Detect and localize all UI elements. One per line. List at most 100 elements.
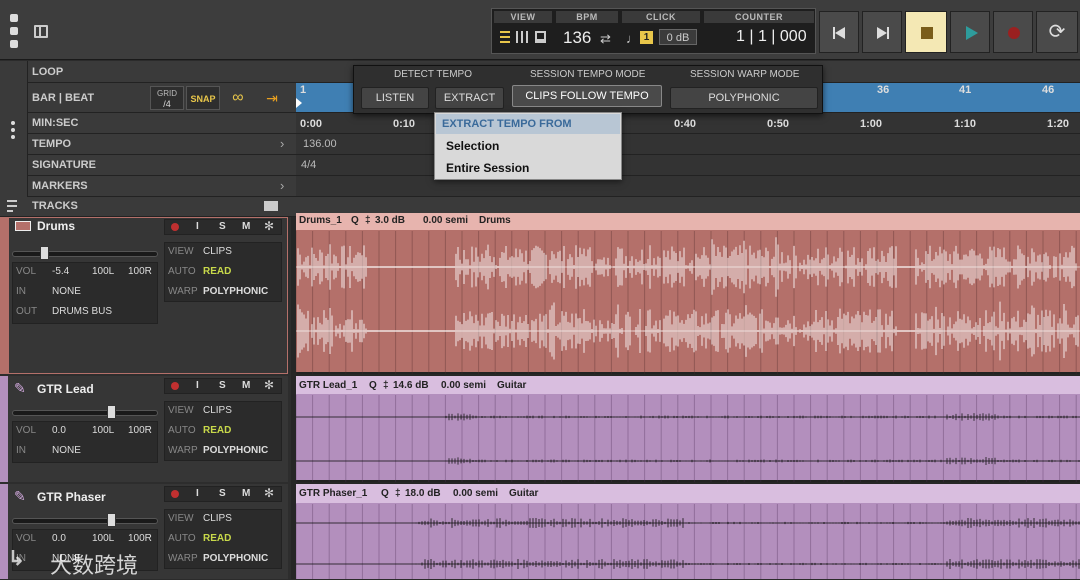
- tracks-list-icon[interactable]: [7, 200, 17, 212]
- grid-value: /4: [163, 99, 171, 109]
- automation-mode-select[interactable]: READ: [203, 533, 231, 544]
- volume-fader-track[interactable]: [12, 410, 158, 416]
- solo-button[interactable]: S: [219, 221, 226, 232]
- menu-icon[interactable]: [10, 14, 20, 48]
- time-tick: 0:00: [300, 118, 323, 130]
- link-icon[interactable]: ∞: [228, 88, 248, 108]
- time-tick: 0:50: [767, 118, 790, 130]
- markers-label: MARKERS: [32, 180, 88, 192]
- click-count-badge[interactable]: 1: [640, 31, 653, 44]
- view-mixer-icon[interactable]: [516, 31, 528, 43]
- track-name[interactable]: GTR Phaser: [37, 490, 106, 504]
- mute-button[interactable]: M: [242, 488, 250, 499]
- signature-label: SIGNATURE: [32, 159, 96, 171]
- warp-mode-select[interactable]: POLYPHONIC: [670, 87, 818, 109]
- volume-fader-handle[interactable]: [107, 405, 116, 419]
- track-settings-icon[interactable]: ✻: [264, 486, 274, 500]
- metronome-icon[interactable]: ♩: [626, 31, 639, 46]
- mute-button[interactable]: M: [242, 221, 250, 232]
- session-tempo-mode-label: SESSION TEMPO MODE: [530, 69, 646, 80]
- vol-value[interactable]: -5.4: [52, 266, 69, 277]
- extract-menu-item-selection[interactable]: Selection: [446, 139, 499, 153]
- record-arm-icon[interactable]: [171, 223, 179, 231]
- input-monitor-button[interactable]: I: [196, 488, 199, 499]
- click-level[interactable]: 0 dB: [659, 29, 697, 45]
- track-settings-icon[interactable]: ✻: [264, 219, 274, 233]
- bpm-label: BPM: [556, 11, 618, 23]
- pan-right-value[interactable]: 100R: [128, 533, 152, 544]
- panel-toggle-icon[interactable]: [34, 25, 48, 38]
- play-button[interactable]: [950, 11, 990, 53]
- input-monitor-button[interactable]: I: [196, 221, 199, 232]
- vol-value[interactable]: 0.0: [52, 533, 66, 544]
- grid-selector[interactable]: GRID /4: [150, 86, 184, 110]
- tracks-layout-icon[interactable]: [264, 201, 278, 211]
- markers-lane[interactable]: [296, 176, 1080, 197]
- volume-fader-handle[interactable]: [107, 513, 116, 527]
- stop-button[interactable]: [905, 11, 947, 53]
- signature-value[interactable]: 4/4: [301, 159, 316, 171]
- track-name[interactable]: Drums: [37, 219, 75, 233]
- signature-lane[interactable]: [296, 155, 1080, 176]
- track-settings-icon[interactable]: ✻: [264, 378, 274, 392]
- extract-button[interactable]: EXTRACT: [435, 87, 504, 109]
- input-monitor-button[interactable]: I: [196, 380, 199, 391]
- follow-icon[interactable]: ⇥: [262, 88, 282, 108]
- volume-fader-handle[interactable]: [40, 246, 49, 260]
- loop-button[interactable]: ⟳: [1036, 11, 1078, 53]
- pan-left-value[interactable]: 100L: [92, 266, 114, 277]
- view-select[interactable]: CLIPS: [203, 246, 232, 257]
- pan-right-value[interactable]: 100R: [128, 266, 152, 277]
- volume-fader-track[interactable]: [12, 518, 158, 524]
- track-name[interactable]: GTR Lead: [37, 382, 94, 396]
- snap-label: SNAP: [190, 94, 216, 104]
- bar-tick: 46: [1042, 84, 1055, 96]
- view-editor-icon[interactable]: [535, 31, 546, 43]
- extract-menu-item-entire-session[interactable]: Entire Session: [446, 161, 529, 175]
- tempo-sync-icon[interactable]: ⇄: [600, 31, 611, 47]
- guitar-icon: ✎: [14, 380, 26, 396]
- view-tracks-icon[interactable]: [500, 31, 510, 43]
- warp-mode-select[interactable]: POLYPHONIC: [203, 553, 268, 564]
- record-arm-icon[interactable]: [171, 382, 179, 390]
- automation-mode-select[interactable]: READ: [203, 266, 231, 277]
- session-warp-mode-label: SESSION WARP MODE: [690, 69, 800, 80]
- solo-button[interactable]: S: [219, 380, 226, 391]
- tempo-value[interactable]: 136.00: [303, 138, 337, 150]
- loop-label: LOOP: [32, 66, 64, 78]
- warp-label: WARP: [168, 286, 198, 297]
- snap-toggle[interactable]: SNAP: [186, 86, 220, 110]
- listen-button[interactable]: LISTEN: [361, 87, 429, 109]
- volume-fader-track[interactable]: [12, 251, 158, 257]
- automation-mode-select[interactable]: READ: [203, 425, 231, 436]
- view-label: VIEW: [494, 11, 552, 23]
- warp-mode-select[interactable]: POLYPHONIC: [203, 445, 268, 456]
- clips-follow-tempo-button[interactable]: CLIPS FOLLOW TEMPO: [512, 85, 662, 107]
- warp-label: WARP: [168, 445, 198, 456]
- pan-left-value[interactable]: 100L: [92, 425, 114, 436]
- input-select[interactable]: NONE: [52, 286, 81, 297]
- warp-mode-select[interactable]: POLYPHONIC: [203, 286, 268, 297]
- view-select[interactable]: CLIPS: [203, 405, 232, 416]
- solo-button[interactable]: S: [219, 488, 226, 499]
- ruler-menu-icon[interactable]: [11, 121, 15, 139]
- view-select[interactable]: CLIPS: [203, 513, 232, 524]
- pan-left-value[interactable]: 100L: [92, 533, 114, 544]
- counter-value[interactable]: 1 | 1 | 000: [736, 28, 807, 46]
- tempo-lane[interactable]: [296, 134, 1080, 155]
- bpm-value[interactable]: 136: [563, 28, 591, 48]
- markers-expand-icon[interactable]: ›: [280, 178, 284, 193]
- tempo-expand-icon[interactable]: ›: [280, 136, 284, 151]
- forward-button[interactable]: [862, 11, 902, 53]
- output-select[interactable]: DRUMS BUS: [52, 306, 112, 317]
- record-arm-icon[interactable]: [171, 490, 179, 498]
- rewind-button[interactable]: [819, 11, 859, 53]
- mute-button[interactable]: M: [242, 380, 250, 391]
- pan-right-value[interactable]: 100R: [128, 425, 152, 436]
- detect-tempo-label: DETECT TEMPO: [394, 69, 472, 80]
- playhead-marker[interactable]: [296, 98, 302, 108]
- vol-value[interactable]: 0.0: [52, 425, 66, 436]
- record-button[interactable]: [993, 11, 1033, 53]
- input-select[interactable]: NONE: [52, 445, 81, 456]
- guitar-icon: ✎: [14, 488, 26, 504]
